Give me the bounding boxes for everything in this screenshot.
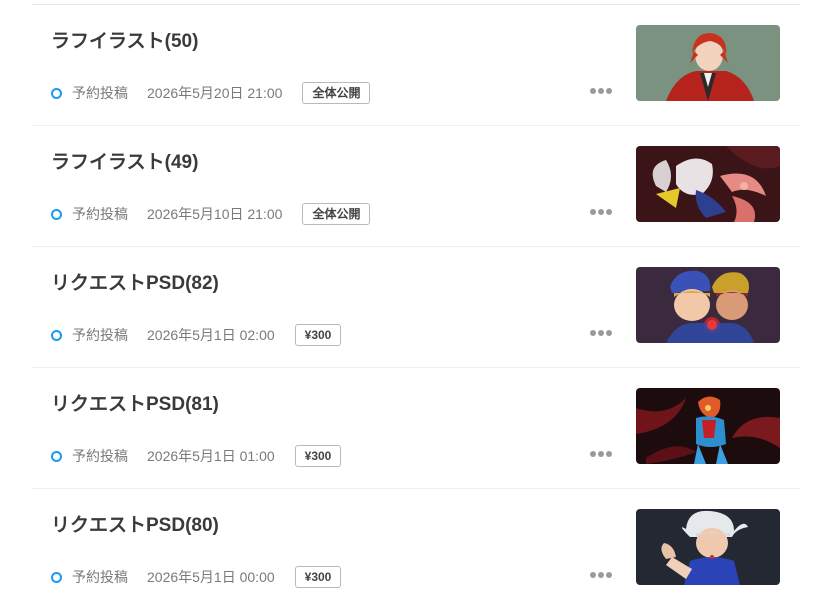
price-badge: ¥300 [294, 324, 342, 346]
image-thumbnail-icon [636, 146, 780, 222]
post-thumbnail[interactable] [636, 509, 780, 585]
scheduled-status-icon [51, 329, 62, 341]
post-meta: 予約投稿 2026年5月1日 02:00 ¥300 [51, 323, 342, 347]
post-datetime: 2026年5月1日 00:00 [147, 569, 275, 585]
post-item[interactable]: リクエストPSD(81) 予約投稿 2026年5月1日 01:00 ¥300 [32, 368, 800, 489]
image-thumbnail-icon [636, 267, 780, 343]
post-status: 予約投稿 [72, 206, 128, 222]
post-datetime: 2026年5月1日 02:00 [147, 327, 275, 343]
post-title[interactable]: ラフイラスト(49) [51, 147, 198, 174]
post-thumbnail[interactable] [636, 267, 780, 343]
scheduled-status-icon [51, 571, 62, 583]
post-status: 予約投稿 [72, 448, 128, 464]
image-thumbnail-icon [636, 25, 780, 101]
post-title[interactable]: リクエストPSD(80) [51, 510, 219, 537]
post-title[interactable]: リクエストPSD(81) [51, 389, 219, 416]
scheduled-status-icon [51, 87, 62, 99]
post-meta: 予約投稿 2026年5月1日 01:00 ¥300 [51, 444, 342, 468]
price-badge: ¥300 [294, 566, 342, 588]
more-options-icon[interactable] [590, 208, 612, 216]
post-thumbnail[interactable] [636, 388, 780, 464]
post-item[interactable]: ラフイラスト(49) 予約投稿 2026年5月10日 21:00 全体公開 [32, 126, 800, 247]
post-meta: 予約投稿 2026年5月10日 21:00 全体公開 [51, 202, 371, 226]
more-options-icon[interactable] [590, 329, 612, 337]
post-title[interactable]: ラフイラスト(50) [51, 26, 198, 53]
post-thumbnail[interactable] [636, 146, 780, 222]
visibility-badge: 全体公開 [302, 82, 371, 104]
visibility-badge: 全体公開 [302, 203, 371, 225]
price-badge: ¥300 [294, 445, 342, 467]
more-options-icon[interactable] [590, 450, 612, 458]
post-item[interactable]: ラフイラスト(50) 予約投稿 2026年5月20日 21:00 全体公開 [32, 5, 800, 126]
post-list: ラフイラスト(50) 予約投稿 2026年5月20日 21:00 全体公開 ラフ… [32, 4, 800, 610]
post-datetime: 2026年5月1日 01:00 [147, 448, 275, 464]
more-options-icon[interactable] [590, 87, 612, 95]
post-status: 予約投稿 [72, 569, 128, 585]
post-status: 予約投稿 [72, 327, 128, 343]
scheduled-status-icon [51, 450, 62, 462]
post-meta: 予約投稿 2026年5月20日 21:00 全体公開 [51, 81, 371, 105]
post-datetime: 2026年5月10日 21:00 [147, 206, 283, 222]
post-datetime: 2026年5月20日 21:00 [147, 85, 283, 101]
post-title[interactable]: リクエストPSD(82) [51, 268, 219, 295]
post-thumbnail[interactable] [636, 25, 780, 101]
post-item[interactable]: リクエストPSD(80) 予約投稿 2026年5月1日 00:00 ¥300 [32, 489, 800, 610]
scheduled-status-icon [51, 208, 62, 220]
post-meta: 予約投稿 2026年5月1日 00:00 ¥300 [51, 565, 342, 589]
more-options-icon[interactable] [590, 571, 612, 579]
image-thumbnail-icon [636, 509, 780, 585]
post-status: 予約投稿 [72, 85, 128, 101]
post-item[interactable]: リクエストPSD(82) 予約投稿 2026年5月1日 02:00 ¥300 [32, 247, 800, 368]
image-thumbnail-icon [636, 388, 780, 464]
